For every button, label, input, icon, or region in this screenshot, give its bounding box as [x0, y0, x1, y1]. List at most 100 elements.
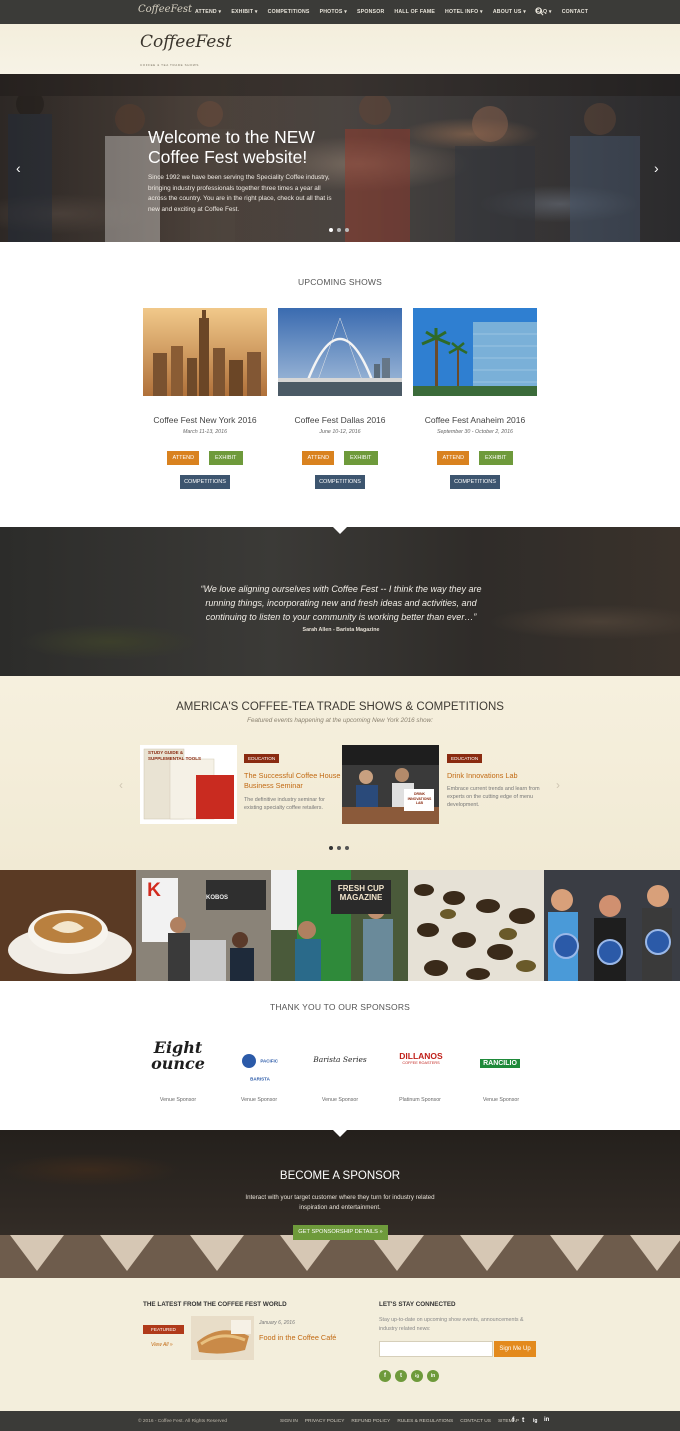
- sponsor-label: Venue Sponsor: [159, 1097, 197, 1103]
- top-navbar: CoffeeFest ATTEND ▾ EXHIBIT ▾ COMPETITIO…: [0, 0, 680, 24]
- testimonial-text: “We love aligning ourselves with Coffee …: [200, 584, 482, 622]
- footer-link-rules[interactable]: RULES & REGULATIONS: [397, 1419, 453, 1424]
- linkedin-icon[interactable]: in: [427, 1370, 439, 1382]
- instagram-icon[interactable]: ig: [533, 1418, 537, 1424]
- hero-dot-1[interactable]: [329, 228, 333, 232]
- show-card: Coffee Fest Dallas 2016 June 10-12, 2016…: [278, 308, 402, 489]
- show-date: June 10-12, 2016: [319, 429, 361, 435]
- menu-photos[interactable]: PHOTOS ▾: [315, 9, 352, 15]
- gallery-kobos-sign: KOBOS: [206, 895, 229, 901]
- attend-button[interactable]: ATTEND: [167, 451, 200, 465]
- hero-prev-arrow[interactable]: ‹: [16, 161, 26, 175]
- footer-link-sign-in[interactable]: SIGN IN: [280, 1419, 298, 1424]
- show-image-anaheim[interactable]: [413, 308, 537, 396]
- menu-sponsor[interactable]: SPONSOR: [352, 9, 389, 15]
- competitions-button[interactable]: COMPETITIONS: [180, 475, 230, 489]
- competitions-button[interactable]: COMPETITIONS: [315, 475, 365, 489]
- hero-dot-3[interactable]: [345, 228, 349, 232]
- hero-dot-2[interactable]: [337, 228, 341, 232]
- footer-link-privacy[interactable]: PRIVACY POLICY: [305, 1419, 345, 1424]
- facebook-icon[interactable]: f: [512, 1417, 514, 1424]
- show-name[interactable]: Coffee Fest New York 2016: [143, 415, 267, 425]
- twitter-icon[interactable]: t: [395, 1370, 407, 1382]
- view-all-link[interactable]: View All »: [151, 1342, 173, 1348]
- featured-prev-arrow[interactable]: ‹: [119, 778, 123, 792]
- featured-next-arrow[interactable]: ›: [556, 778, 560, 792]
- sponsor-pacific-barista-logo[interactable]: PACIFIC BARISTA: [232, 1052, 288, 1088]
- attend-button[interactable]: ATTEND: [302, 451, 335, 465]
- menu-hotel-info[interactable]: HOTEL INFO ▾: [440, 9, 488, 15]
- footer-section: [0, 1278, 680, 1411]
- email-field[interactable]: [379, 1341, 493, 1357]
- latest-title: THE LATEST FROM THE COFFEE FEST WORLD: [143, 1301, 287, 1308]
- exhibit-button[interactable]: EXHIBIT: [208, 451, 243, 465]
- menu-contact[interactable]: CONTACT: [557, 9, 593, 15]
- show-image-new-york[interactable]: [143, 308, 267, 396]
- education-tag: EDUCATION: [447, 754, 483, 763]
- show-date: September 30 - October 2, 2016: [437, 429, 513, 435]
- exhibit-button[interactable]: EXHIBIT: [343, 451, 378, 465]
- hero-next-arrow[interactable]: ›: [654, 161, 664, 175]
- hero-dots: [329, 228, 349, 232]
- show-card: Coffee Fest Anaheim 2016 September 30 - …: [413, 308, 537, 489]
- seminar-text: The definitive industry seminar for exis…: [244, 797, 325, 811]
- instagram-icon[interactable]: ig: [411, 1370, 423, 1382]
- facebook-icon[interactable]: f: [379, 1370, 391, 1382]
- exhibit-button[interactable]: EXHIBIT: [478, 451, 513, 465]
- footer-link-refund[interactable]: REFUND POLICY: [351, 1419, 390, 1424]
- brand-tagline: COFFEE & TEA TRADE SHOWS: [140, 63, 199, 67]
- menu-about-us[interactable]: ABOUT US ▾: [488, 9, 531, 15]
- main-menu: ATTEND ▾ EXHIBIT ▾ COMPETITIONS PHOTOS ▾…: [190, 0, 593, 24]
- sponsor-eight-ounce-logo[interactable]: Eight ounce: [148, 1040, 208, 1072]
- become-sponsor-title: BECOME A SPONSOR: [279, 1170, 401, 1182]
- gallery-latte-photo[interactable]: [0, 870, 136, 981]
- testimonial-section: “We love aligning ourselves with Coffee …: [0, 527, 680, 676]
- gallery-winners-photo[interactable]: [544, 870, 680, 981]
- sponsorship-details-button[interactable]: GET SPONSORSHIP DETAILS »: [293, 1225, 388, 1240]
- become-sponsor-text: Interact with your target customer where…: [245, 1194, 435, 1211]
- post-title[interactable]: Food in the Coffee Café: [259, 1333, 336, 1342]
- sponsor-barista-series-logo[interactable]: Barista Series: [310, 1055, 370, 1064]
- section-notch: [333, 1130, 347, 1137]
- sponsor-rancilio-logo[interactable]: RANCILIO: [472, 1052, 528, 1070]
- connect-title: LET'S STAY CONNECTED: [379, 1301, 456, 1308]
- featured-tag: FEATURED: [143, 1325, 184, 1334]
- food-post-image[interactable]: [191, 1316, 254, 1360]
- menu-exhibit[interactable]: EXHIBIT ▾: [226, 9, 262, 15]
- twitter-icon[interactable]: t: [522, 1417, 524, 1424]
- sponsor-label: Venue Sponsor: [240, 1097, 278, 1103]
- search-icon[interactable]: [535, 7, 544, 16]
- show-date: March 11-13, 2016: [182, 429, 228, 435]
- featured-dot-3[interactable]: [345, 846, 349, 850]
- drink-lab-image[interactable]: [342, 745, 439, 824]
- menu-hall-of-fame[interactable]: HALL OF FAME: [389, 9, 440, 15]
- sponsor-label: Venue Sponsor: [482, 1097, 520, 1103]
- gallery-tea-samples-photo[interactable]: [408, 870, 544, 981]
- sponsors-title: THANK YOU TO OUR SPONSORS: [269, 1002, 411, 1012]
- featured-dot-1[interactable]: [329, 846, 333, 850]
- brand-logo[interactable]: CoffeeFest: [140, 32, 232, 52]
- testimonial-author: Sarah Allen - Barista Magazine: [302, 627, 380, 633]
- show-name[interactable]: Coffee Fest Anaheim 2016: [413, 415, 537, 425]
- competitions-button[interactable]: COMPETITIONS: [450, 475, 500, 489]
- show-name[interactable]: Coffee Fest Dallas 2016: [278, 415, 402, 425]
- sponsor-dillanos-logo[interactable]: DILLANOS COFFEE ROASTERS: [392, 1052, 450, 1066]
- menu-competitions[interactable]: COMPETITIONS: [263, 9, 315, 15]
- featured-dot-2[interactable]: [337, 846, 341, 850]
- footer-link-sitemap[interactable]: SITEMAP: [498, 1419, 519, 1424]
- featured-subtitle: Featured events happening at the upcomin…: [247, 717, 433, 724]
- drink-lab-image-caption: DRINK INNOVATIONS LAB: [407, 792, 432, 805]
- drink-lab-heading[interactable]: Drink Innovations Lab: [447, 771, 547, 781]
- funnel-row-photo: [0, 1235, 680, 1278]
- gallery-fresh-cup-sign: FRESH CUP MAGAZINE: [337, 884, 385, 902]
- footer-link-contact[interactable]: CONTACT US: [460, 1419, 491, 1424]
- featured-dots: [329, 846, 349, 850]
- linkedin-icon[interactable]: in: [544, 1417, 549, 1423]
- attend-button[interactable]: ATTEND: [437, 451, 470, 465]
- nav-logo[interactable]: CoffeeFest: [138, 4, 192, 20]
- menu-attend[interactable]: ATTEND ▾: [190, 9, 226, 15]
- seminar-heading[interactable]: The Successful Coffee House Business Sem…: [244, 771, 344, 791]
- sign-up-button[interactable]: Sign Me Up: [494, 1341, 536, 1357]
- show-image-dallas[interactable]: [278, 308, 402, 396]
- post-date: January 6, 2016: [259, 1320, 295, 1326]
